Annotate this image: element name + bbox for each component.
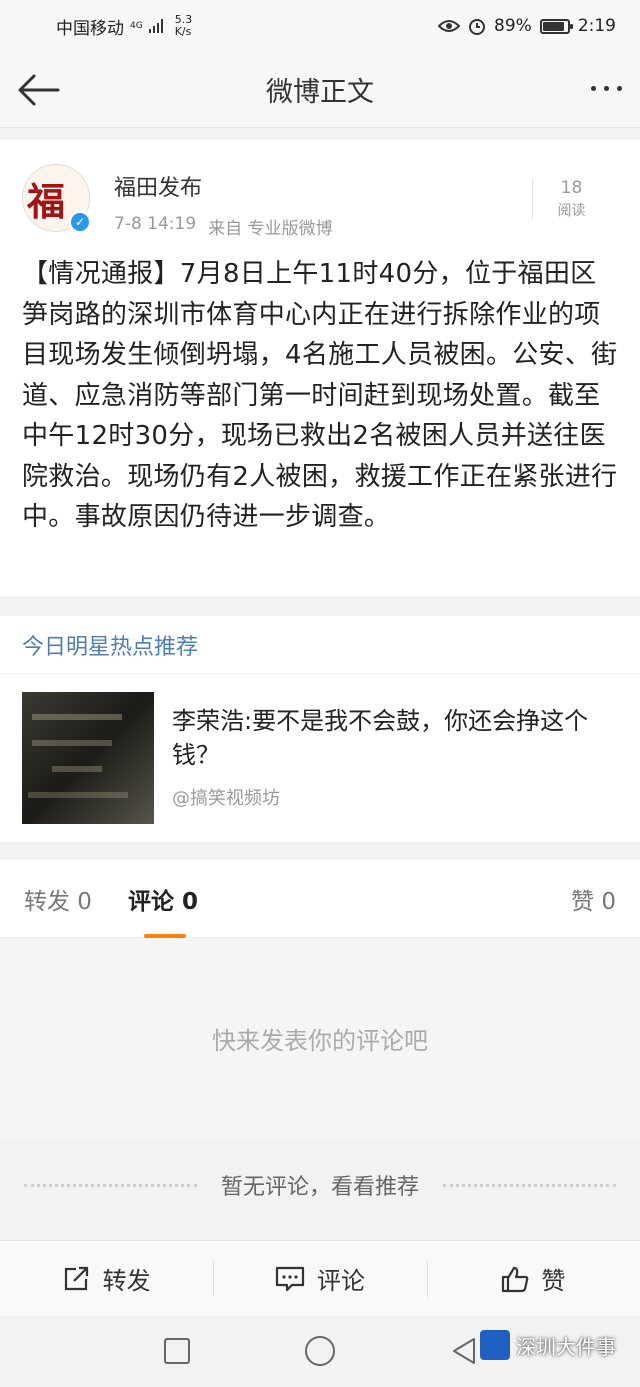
- comment-prompt[interactable]: 快来发表你的评论吧: [212, 1021, 428, 1056]
- thumbs-up-icon: [502, 1266, 529, 1292]
- recent-apps-button[interactable]: [164, 1338, 190, 1364]
- page-title: 微博正文: [266, 77, 374, 108]
- divider-dots: [24, 1183, 197, 1187]
- network-type: 4G: [130, 20, 143, 31]
- status-bar: 中国移动 4G 5.3 K/s 89% 2:19: [0, 0, 640, 52]
- author-name[interactable]: 福田发布: [114, 170, 333, 202]
- recommend-source: @搞笑视频坊: [172, 788, 280, 809]
- system-nav-bar: 深圳大件事: [0, 1316, 640, 1387]
- verified-badge-icon: ✓: [69, 211, 91, 233]
- watermark-logo: [480, 1330, 510, 1360]
- signal-icon: [148, 19, 163, 33]
- interaction-tabs: 转发 0 评论 0 赞 0: [0, 860, 640, 938]
- title-bar: 微博正文: [0, 52, 640, 128]
- no-comment-text: 暂无评论，看看推荐: [221, 1175, 420, 1200]
- read-count-label: 阅读: [557, 203, 586, 219]
- repost-label: 转发: [102, 1267, 151, 1295]
- action-bar: 转发 评论 赞: [0, 1240, 640, 1316]
- post-body: 【情况通报】7月8日上午11时40分，位于福田区笋岗路的深圳市体育中心内正在进行…: [22, 259, 618, 532]
- recommend-title[interactable]: 今日明星热点推荐: [22, 629, 198, 661]
- network-speed: 5.3 K/s: [174, 13, 193, 38]
- recommend-thumbnail: [22, 692, 154, 824]
- comment-button[interactable]: 评论: [213, 1241, 426, 1316]
- more-dots-icon[interactable]: [591, 86, 622, 91]
- watermark: 深圳大件事: [480, 1330, 616, 1360]
- tab-comment[interactable]: 评论 0: [128, 882, 198, 938]
- read-count-value: 18: [560, 178, 583, 198]
- alarm-icon: [469, 19, 486, 35]
- back-arrow-icon[interactable]: [14, 70, 64, 110]
- like-button[interactable]: 赞: [426, 1241, 640, 1316]
- battery-percent: 89%: [494, 16, 532, 36]
- tab-like[interactable]: 赞 0: [571, 882, 616, 916]
- comment-icon: [275, 1266, 305, 1291]
- tab-repost[interactable]: 转发 0: [24, 882, 92, 916]
- post-source: 来自 专业版微博: [208, 219, 333, 239]
- watermark-text: 深圳大件事: [516, 1334, 616, 1359]
- carrier-label: 中国移动: [56, 18, 124, 39]
- comment-label: 评论: [316, 1267, 365, 1295]
- clock: 2:19: [577, 16, 616, 36]
- like-label: 赞: [541, 1267, 566, 1295]
- comments-empty-area: 快来发表你的评论吧: [0, 938, 640, 1138]
- recommend-card[interactable]: 李荣浩:要不是我不会鼓，你还会挣这个钱？ @搞笑视频坊: [0, 674, 640, 842]
- eye-icon: [438, 20, 461, 32]
- battery-icon: [539, 18, 573, 34]
- recommend-headline[interactable]: 李荣浩:要不是我不会鼓，你还会挣这个钱？: [172, 704, 612, 772]
- repost-button[interactable]: 转发: [0, 1241, 213, 1316]
- avatar-logo: 福: [27, 179, 66, 224]
- avatar[interactable]: 福 ✓: [22, 164, 91, 233]
- nav-back-icon[interactable]: [450, 1336, 478, 1366]
- home-button[interactable]: [305, 1336, 335, 1366]
- no-comment-divider: 暂无评论，看看推荐: [0, 1160, 640, 1210]
- weibo-post: 福 ✓ 福田发布 7-8 14:19 来自 专业版微博 18 阅读 【情况通报】…: [0, 140, 640, 596]
- divider-dots: [443, 1183, 617, 1187]
- recommend-header: 今日明星热点推荐: [0, 616, 640, 674]
- post-date: 7-8 14:19: [114, 214, 197, 234]
- read-count: 18 阅读: [532, 178, 610, 220]
- repost-icon: [64, 1266, 88, 1290]
